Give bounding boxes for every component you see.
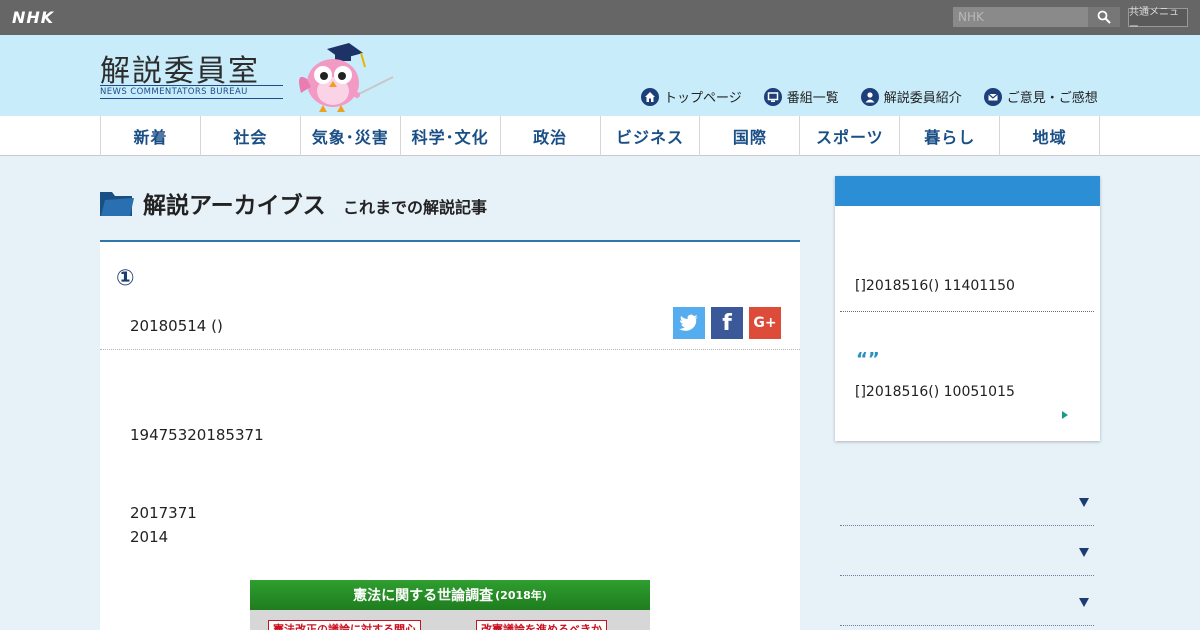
article-paragraph: 2014 (130, 528, 169, 546)
survey-title-text: 憲法に関する世論調査 (353, 588, 494, 604)
twitter-icon (679, 314, 698, 331)
nav-program-list[interactable]: 番組一覧 (763, 87, 839, 106)
nav-program-list-label: 番組一覧 (786, 91, 839, 106)
survey-chip-proceed: 改憲議論を進めるべきか (476, 620, 607, 630)
facebook-icon: f (722, 310, 732, 336)
sidebar-quote: “” (856, 349, 880, 370)
sidebar-accordion-row[interactable] (840, 576, 1094, 626)
nhk-logo[interactable]: NHK (12, 8, 54, 27)
site-header: 解説委員室 NEWS COMMENTATORS BUREAU トップページ 番組… (0, 35, 1200, 116)
sidebar-item[interactable]: []2018516() 11401150 (855, 278, 1015, 294)
category-business[interactable]: ビジネス (601, 116, 701, 156)
category-nav: 新着 社会 気象･災害 科学･文化 政治 ビジネス 国際 スポーツ 暮らし 地域 (0, 116, 1200, 156)
article-title: ① (116, 266, 135, 291)
nav-commentators[interactable]: 解説委員紹介 (860, 87, 962, 106)
article-divider (100, 349, 800, 350)
sidebar-divider (840, 311, 1094, 312)
category-weather-disaster[interactable]: 気象･災害 (301, 116, 401, 156)
category-sports[interactable]: スポーツ (800, 116, 901, 156)
category-politics[interactable]: 政治 (501, 116, 601, 156)
chevron-down-icon (1079, 548, 1089, 557)
header-nav: トップページ 番組一覧 解説委員紹介 ご意見・ご感想 (641, 87, 1098, 106)
category-living[interactable]: 暮らし (900, 116, 1001, 156)
survey-graphic: 憲法に関する世論調査 (2018年) 憲法改正の議論に対する関心 改憲議論を進める… (250, 580, 650, 630)
chevron-down-icon (1079, 598, 1089, 607)
brand-subtitle: NEWS COMMENTATORS BUREAU (100, 85, 283, 99)
sidebar-item[interactable]: []2018516() 10051015 (855, 384, 1015, 400)
nav-feedback[interactable]: ご意見・ご感想 (983, 87, 1098, 106)
category-new[interactable]: 新着 (101, 116, 201, 156)
nav-feedback-label: ご意見・ご感想 (1006, 91, 1098, 106)
nav-commentators-label: 解説委員紹介 (883, 91, 962, 106)
nav-top-page[interactable]: トップページ (641, 87, 742, 106)
sidebar-accordion-row[interactable] (840, 526, 1094, 576)
search-input[interactable] (953, 7, 1088, 27)
mail-icon (983, 87, 1002, 106)
search-icon (1097, 10, 1111, 24)
section-subtitle: これまでの解説記事 (343, 198, 488, 217)
chevron-down-icon (1079, 498, 1089, 507)
category-international[interactable]: 国際 (700, 116, 801, 156)
survey-title: 憲法に関する世論調査 (2018年) (250, 580, 650, 610)
article-paragraph: 2017371 (130, 504, 197, 522)
google-plus-icon: G+ (753, 315, 777, 331)
home-icon (641, 87, 659, 106)
sidebar-box: []2018516() 11401150 “” []2018516() 1005… (835, 176, 1100, 441)
nav-top-page-label: トップページ (664, 91, 742, 106)
share-buttons: f G+ (673, 307, 781, 339)
category-society[interactable]: 社会 (201, 116, 301, 156)
brand-title[interactable]: 解説委員室 (100, 46, 260, 90)
person-icon (860, 87, 879, 106)
article-card: ① 20180514 () f G+ 19475320185371 201737… (100, 242, 800, 630)
sidebar-more-arrow-icon[interactable] (1062, 411, 1068, 419)
owl-mascot-icon (299, 43, 394, 112)
facebook-share-button[interactable]: f (711, 307, 743, 339)
survey-year: (2018年) (495, 589, 547, 602)
article-paragraph: 19475320185371 (130, 426, 264, 444)
section-title: 解説アーカイブス (143, 193, 326, 219)
category-science-culture[interactable]: 科学･文化 (401, 116, 501, 156)
sidebar-accordion-row[interactable] (840, 476, 1094, 526)
sidebar-header (835, 176, 1100, 206)
common-menu-button[interactable]: 共通メニュー (1128, 7, 1188, 33)
tv-icon (763, 87, 782, 106)
section-heading: 解説アーカイブス これまでの解説記事 (100, 180, 800, 242)
nhk-topbar: NHK 共通メニュー (0, 0, 1200, 35)
category-region[interactable]: 地域 (1000, 116, 1101, 156)
article-date: 20180514 () (130, 317, 223, 335)
google-plus-share-button[interactable]: G+ (749, 307, 781, 339)
folder-icon (100, 192, 134, 216)
search-button[interactable] (1088, 7, 1120, 27)
survey-chip-interest: 憲法改正の議論に対する関心 (268, 620, 421, 630)
twitter-share-button[interactable] (673, 307, 705, 339)
